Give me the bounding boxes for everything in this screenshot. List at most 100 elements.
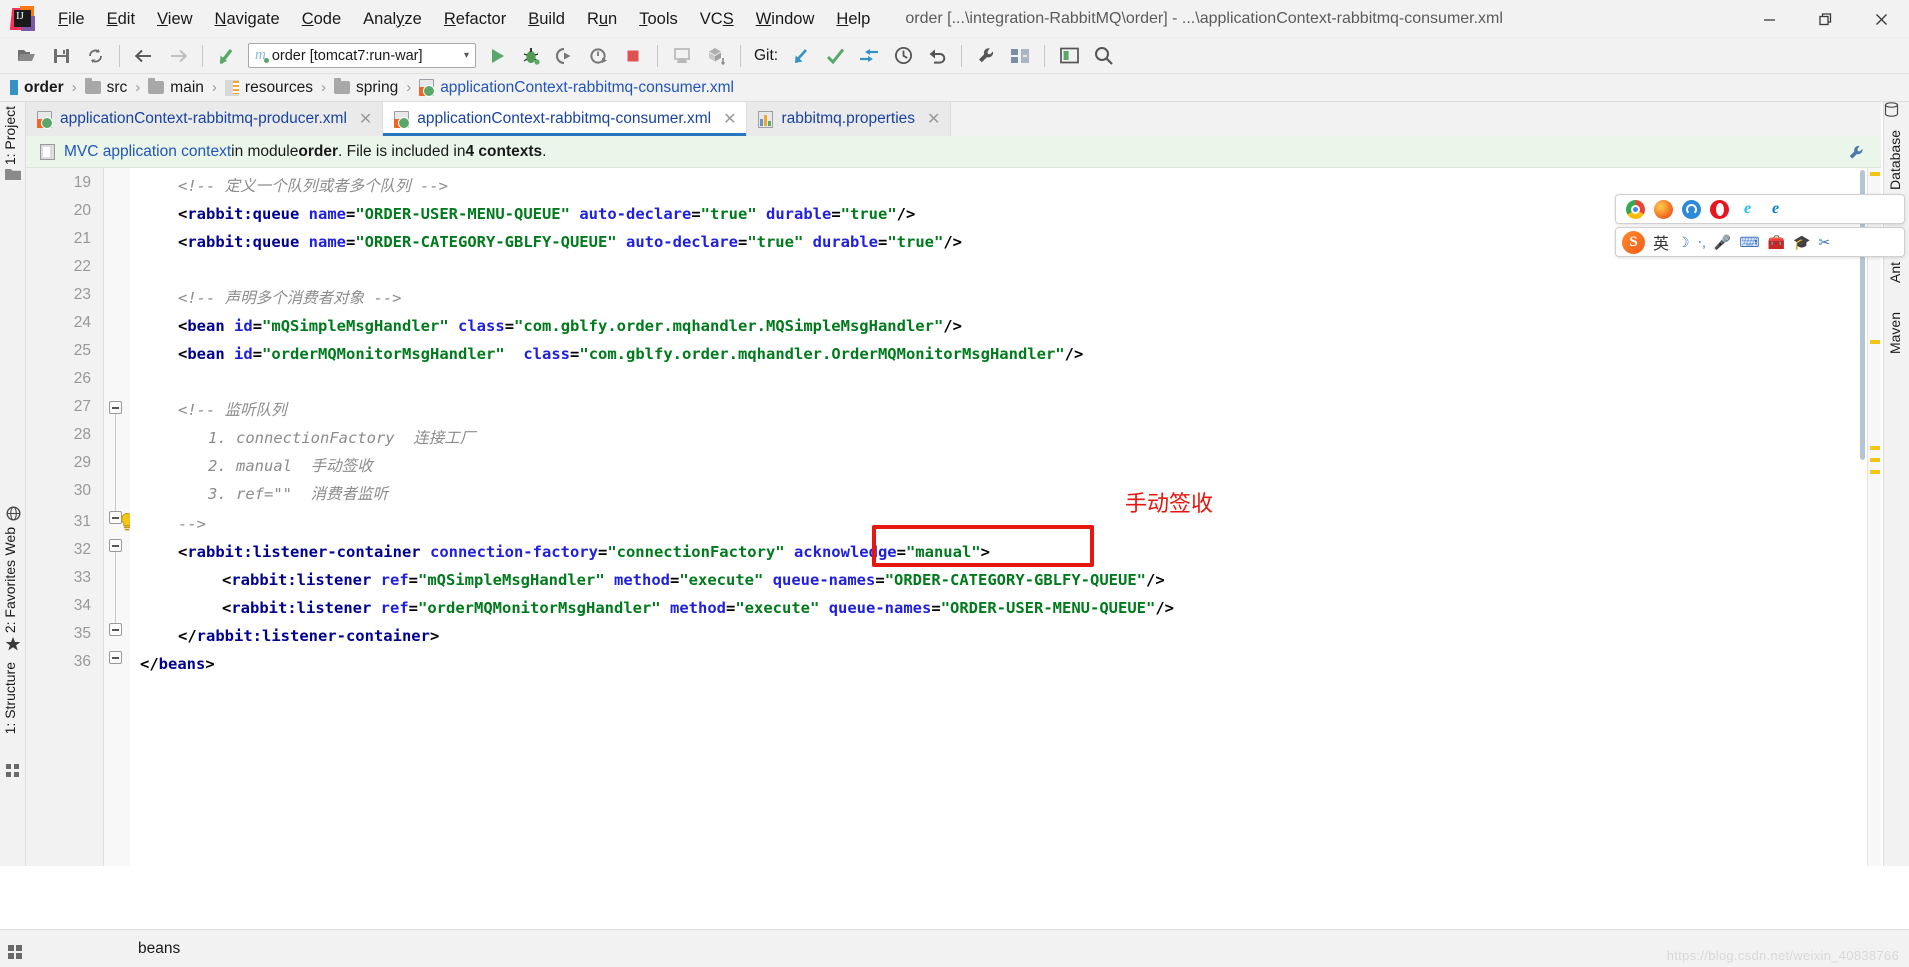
sync-project-icon[interactable] <box>701 42 731 70</box>
opera-icon[interactable] <box>1710 199 1729 219</box>
stop-icon[interactable] <box>618 42 648 70</box>
firefox-icon[interactable] <box>1654 199 1673 219</box>
code-text-area[interactable]: <!-- 定义一个队列或者多个队列 --> <rabbit:queue name… <box>130 168 1881 866</box>
restore-button[interactable] <box>1797 0 1853 38</box>
profile-icon[interactable] <box>584 42 614 70</box>
menu-refactor[interactable]: Refactor <box>433 7 517 31</box>
tab-close-icon[interactable]: ✕ <box>723 109 736 129</box>
run-with-coverage-icon[interactable] <box>550 42 580 70</box>
sidebar-item-maven[interactable]: Maven <box>1887 312 1903 354</box>
breadcrumb-item-main[interactable]: main <box>148 78 204 97</box>
menu-file[interactable]: File <box>47 7 96 31</box>
menu-view[interactable]: View <box>146 7 203 31</box>
open-folder-icon[interactable] <box>12 42 42 70</box>
edge-legacy-icon[interactable] <box>1682 199 1701 219</box>
moon-icon[interactable]: ☽ <box>1677 234 1690 251</box>
menu-navigate[interactable]: Navigate <box>204 7 291 31</box>
sogou-logo-icon[interactable]: S <box>1622 230 1645 254</box>
code-editor[interactable]: 19 20 21 22 23 24 25 26 27 28 29 30 31 3… <box>26 168 1881 866</box>
settings-wrench-icon[interactable] <box>971 42 1001 70</box>
ie-icon[interactable]: e <box>1738 199 1757 219</box>
chrome-icon[interactable] <box>1626 199 1645 219</box>
fold-marker[interactable] <box>109 623 122 636</box>
tab-close-icon[interactable]: ✕ <box>927 109 940 129</box>
breadcrumb-item-spring[interactable]: spring <box>333 78 398 97</box>
tool-window-label: Database <box>1887 130 1903 190</box>
breadcrumb-item-file[interactable]: applicationContext-rabbitmq-consumer.xml <box>419 79 734 97</box>
keyboard-icon[interactable]: ⌨ <box>1739 234 1759 251</box>
mic-icon[interactable]: 🎤 <box>1714 234 1731 251</box>
editor-tab-producer[interactable]: applicationContext-rabbitmq-producer.xml… <box>26 102 384 136</box>
menu-run[interactable]: Run <box>576 7 628 31</box>
sidebar-item-database[interactable]: Database <box>1887 130 1903 190</box>
menu-code[interactable]: Code <box>291 7 352 31</box>
editor-tab-properties[interactable]: rabbitmq.properties ✕ <box>747 102 952 136</box>
jump-to-source-icon[interactable] <box>212 42 242 70</box>
breadcrumb-label: src <box>106 78 128 96</box>
layout-grid-icon[interactable] <box>8 945 22 959</box>
history-icon[interactable] <box>888 42 918 70</box>
ime-mode-label[interactable]: 英 <box>1653 230 1669 254</box>
notification-link[interactable]: MVC application context <box>64 143 231 161</box>
hat-icon[interactable]: 🎓 <box>1793 234 1810 251</box>
tab-close-icon[interactable]: ✕ <box>359 109 372 129</box>
menu-analyze[interactable]: Analyze <box>352 7 433 31</box>
sidebar-item-favorites[interactable]: 2: Favorites <box>2 560 18 633</box>
status-bar: beans https://blog.csdn.net/weixin_40838… <box>0 929 1909 967</box>
back-arrow-icon[interactable] <box>129 42 159 70</box>
warning-marker[interactable] <box>1870 470 1880 474</box>
fold-marker[interactable] <box>109 539 122 552</box>
tab-label: applicationContext-rabbitmq-consumer.xml <box>417 110 712 127</box>
warning-marker[interactable] <box>1870 172 1880 176</box>
minimize-button[interactable] <box>1741 0 1797 38</box>
breadcrumb-item-order[interactable]: order <box>10 79 64 97</box>
menu-help[interactable]: Help <box>825 7 881 31</box>
sidebar-item-ant[interactable]: Ant <box>1887 262 1903 283</box>
sidebar-item-project[interactable]: 1: Project <box>2 106 18 165</box>
left-tool-window-strip: 1: Project Web 2: Favorites 1: Structure <box>0 102 26 866</box>
rollback-icon[interactable] <box>922 42 952 70</box>
breadcrumb-item-src[interactable]: src <box>84 78 128 97</box>
commit-icon[interactable] <box>820 42 850 70</box>
editor-marker-bar[interactable] <box>1867 168 1881 866</box>
fold-marker[interactable] <box>109 401 122 414</box>
save-icon[interactable] <box>46 42 76 70</box>
code-line-32: <rabbit:listener-container connection-fa… <box>178 543 990 561</box>
menu-window[interactable]: Window <box>745 7 826 31</box>
sync-icon[interactable] <box>80 42 110 70</box>
push-icon[interactable] <box>854 42 884 70</box>
fold-column[interactable] <box>104 168 133 866</box>
status-breadcrumb[interactable]: beans <box>138 940 180 958</box>
wrench-icon[interactable] <box>1845 141 1867 163</box>
debug-icon[interactable] <box>516 42 546 70</box>
menu-tools[interactable]: Tools <box>628 7 689 31</box>
sidebar-item-structure[interactable]: 1: Structure <box>2 662 18 734</box>
scissors-icon[interactable]: ✂ <box>1818 234 1830 251</box>
menu-vcs[interactable]: VCS <box>689 7 745 31</box>
warning-marker[interactable] <box>1870 446 1880 450</box>
git-label: Git: <box>754 46 779 64</box>
toolbox-icon[interactable]: 🧰 <box>1768 234 1785 251</box>
editor-gutter[interactable]: 19 20 21 22 23 24 25 26 27 28 29 30 31 3… <box>26 168 104 866</box>
fold-marker[interactable] <box>109 651 122 664</box>
run-configuration-selector[interactable]: m order [tomcat7:run-war] ▾ <box>248 43 476 68</box>
breadcrumb-item-resources[interactable]: resources <box>224 79 313 97</box>
update-project-icon[interactable] <box>786 42 816 70</box>
sidebar-item-web[interactable]: Web <box>2 527 18 556</box>
search-everywhere-icon[interactable] <box>1088 42 1118 70</box>
project-structure-icon[interactable] <box>1005 42 1035 70</box>
menu-build[interactable]: Build <box>517 7 576 31</box>
warning-marker[interactable] <box>1870 458 1880 462</box>
edge-icon[interactable]: e <box>1766 199 1785 219</box>
window-controls <box>1741 0 1909 38</box>
chevron-down-icon[interactable]: ▾ <box>464 50 469 61</box>
close-button[interactable] <box>1853 0 1909 38</box>
emoji-icon[interactable]: ‧, <box>1698 234 1706 251</box>
structure-tool-icon <box>4 762 22 780</box>
menu-edit[interactable]: Edit <box>96 7 146 31</box>
layout-icon[interactable] <box>1054 42 1084 70</box>
warning-marker[interactable] <box>1870 340 1880 344</box>
run-icon[interactable] <box>482 42 512 70</box>
editor-tab-consumer[interactable]: applicationContext-rabbitmq-consumer.xml… <box>383 102 748 136</box>
resources-icon <box>224 79 239 96</box>
